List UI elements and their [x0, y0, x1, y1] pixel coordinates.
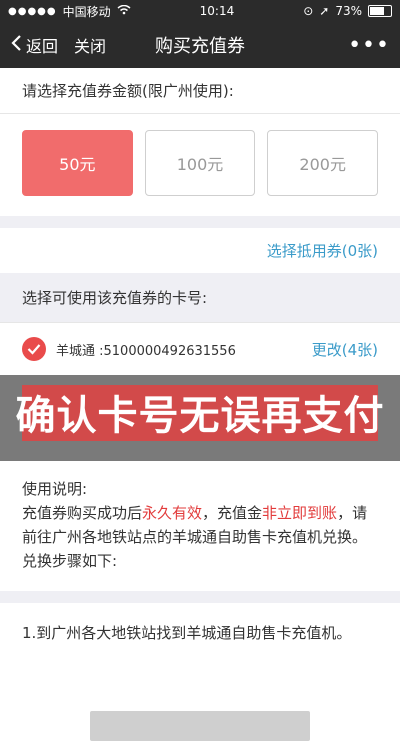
card-number: 羊城通 :5100000492631556 [56, 343, 236, 359]
amount-title: 请选择充值券金额(限广州使用): [22, 82, 234, 100]
instr-highlight: 永久有效 [142, 504, 203, 522]
instr-text: ，充值金 [202, 504, 263, 522]
battery-icon [367, 5, 392, 17]
instructions: 使用说明: 充值券购买成功后永久有效，充值金非立即到账，请前往广州各地铁站点的羊… [0, 461, 400, 591]
instructions-heading: 使用说明: [22, 480, 88, 498]
status-bar: ●●●●● 中国移动 10:14 ⊙ ➚ 73% [0, 0, 400, 22]
carrier: 中国移动 [62, 4, 111, 19]
step-1: 1.到广州各大地铁站找到羊城通自助售卡充值机。 [22, 624, 352, 642]
location-icon: ➚ [319, 4, 330, 18]
amount-option-200[interactable]: 200元 [267, 130, 379, 196]
amount-section: 请选择充值券金额(限广州使用): 50元 100元 200元 [0, 68, 400, 216]
signal-icon: ●●●●● [8, 5, 57, 17]
step-image [90, 711, 310, 741]
back-button[interactable]: 返回 [10, 33, 58, 57]
battery-percent: 73% [335, 4, 362, 18]
amount-options: 50元 100元 200元 [0, 113, 400, 216]
status-time: 10:14 [199, 4, 235, 18]
lock-rotation-icon: ⊙ [303, 4, 314, 18]
close-button[interactable]: 关闭 [74, 33, 106, 57]
banner-text: 确认卡号无误再支付 [15, 393, 385, 439]
page-title: 购买充值券 [155, 36, 245, 57]
voucher-link[interactable]: 选择抵用券(0张) [0, 228, 400, 273]
card-row[interactable]: 羊城通 :5100000492631556 更改(4张) [0, 322, 400, 375]
instr-highlight: 非立即到账 [262, 504, 338, 522]
change-card-button[interactable]: 更改(4张) [312, 339, 378, 360]
steps: 1.到广州各大地铁站找到羊城通自助售卡充值机。 [0, 603, 400, 741]
wifi-icon [117, 4, 131, 18]
check-icon [22, 337, 46, 361]
nav-bar: 返回 关闭 购买充值券 ••• [0, 22, 400, 68]
card-title: 选择可使用该充值券的卡号: [22, 289, 208, 307]
instructions-body: 充值券购买成功后永久有效，充值金非立即到账，请前往广州各地铁站点的羊城通自助售卡… [22, 501, 378, 573]
back-label: 返回 [26, 37, 59, 56]
instr-text: 充值券购买成功后 [22, 504, 143, 522]
chevron-left-icon [10, 34, 22, 56]
more-icon[interactable]: ••• [348, 33, 390, 58]
warning-banner: 确认卡号无误再支付 [0, 375, 400, 461]
amount-option-100[interactable]: 100元 [144, 130, 256, 196]
amount-option-50[interactable]: 50元 [22, 130, 133, 196]
